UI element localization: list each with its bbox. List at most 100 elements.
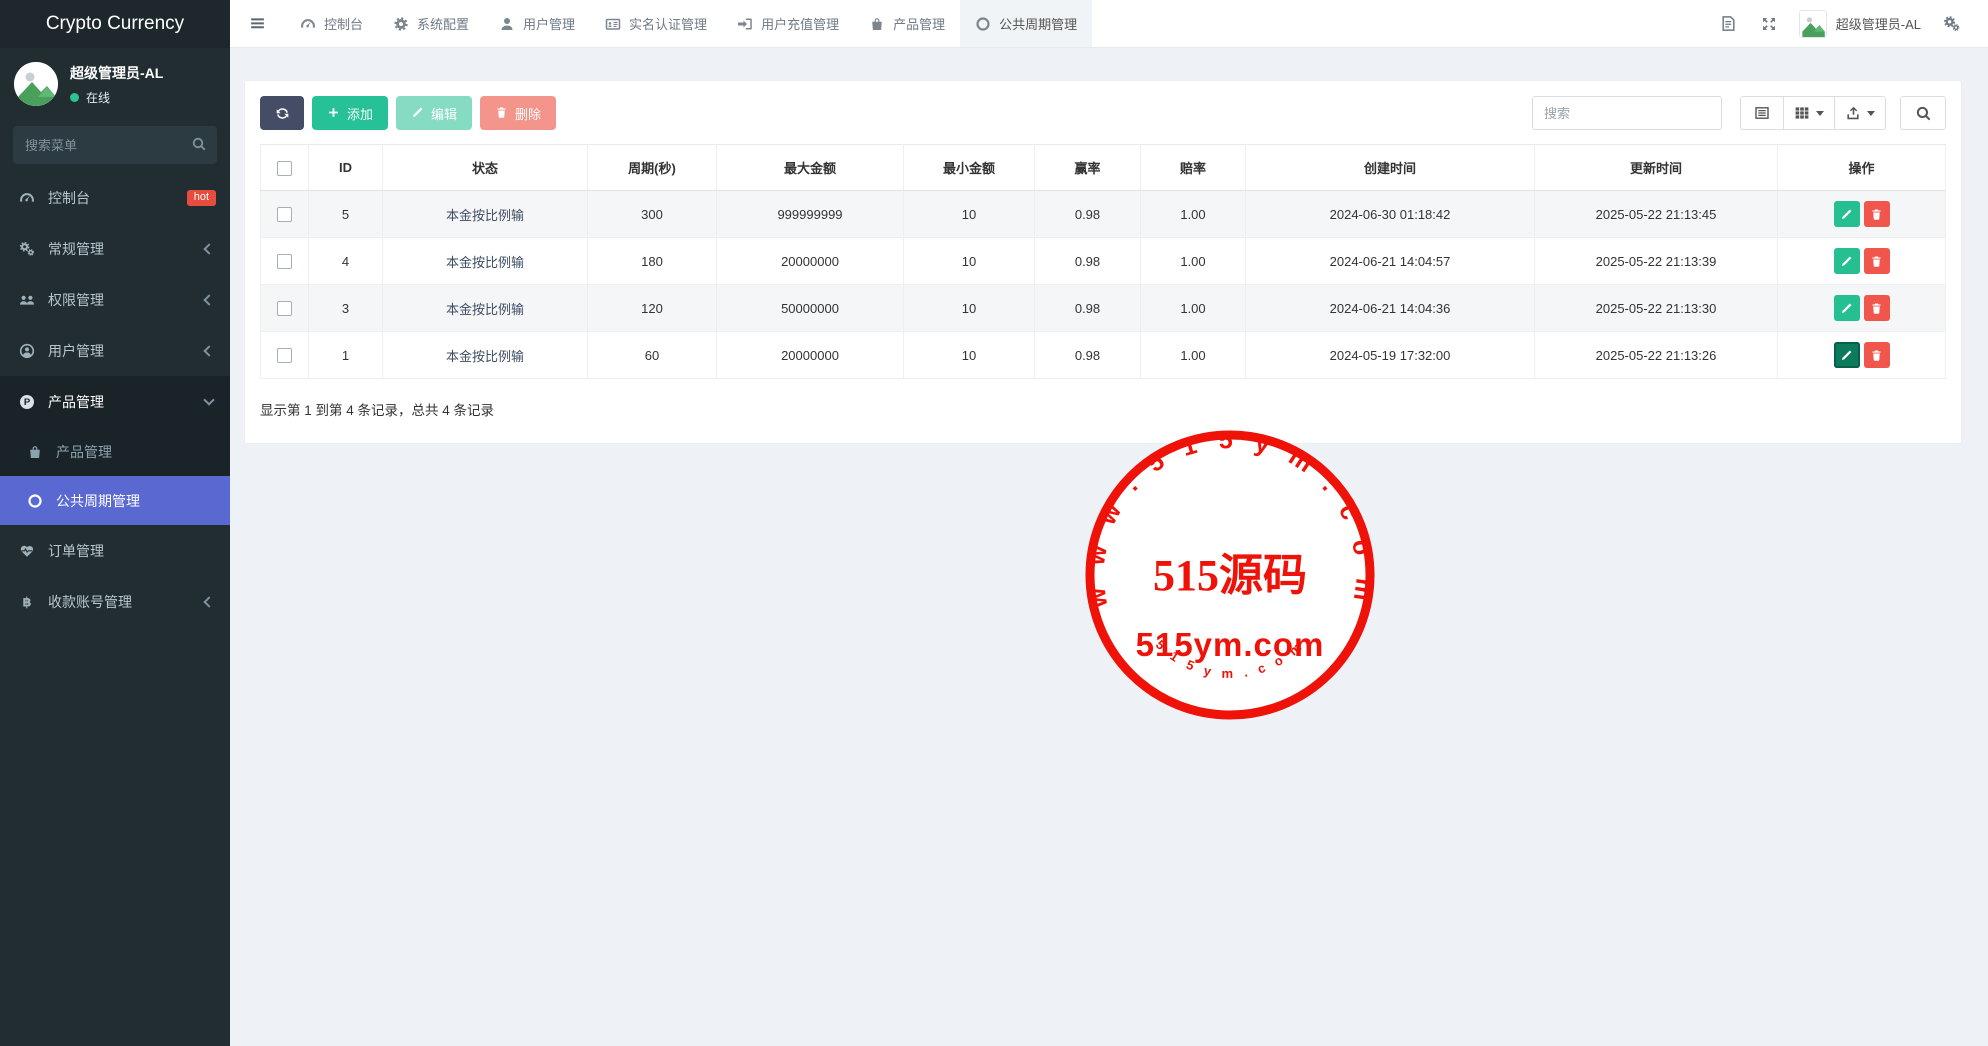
user-status: 在线 xyxy=(70,89,163,106)
svg-text:w w w . 5 1 5 y m . c o m: w w w . 5 1 5 y m . c o m xyxy=(1082,426,1379,610)
user-icon xyxy=(499,16,516,32)
table-header-row: ID 状态 周期(秒) 最大金额 最小金额 赢率 赔率 创建时间 更新时间 操作 xyxy=(260,144,1946,191)
sidebar-search xyxy=(13,126,217,164)
sidebar-item-label: 控制台 xyxy=(48,189,90,206)
avatar[interactable] xyxy=(14,62,58,106)
watermark-domain-text: 515ym.com xyxy=(1136,626,1325,663)
row-checkbox[interactable] xyxy=(277,254,292,270)
cell-id: 4 xyxy=(308,237,383,285)
sidebar-item-5[interactable]: 订单管理 xyxy=(0,525,230,576)
column-header-4: 最小金额 xyxy=(903,144,1035,191)
online-dot-icon xyxy=(70,92,79,102)
cell-odds: 1.00 xyxy=(1140,284,1246,332)
admin-app: Crypto Currency 超级管理员-AL 在线 控制台 hot 常规管理权限… xyxy=(0,0,1988,1046)
sidebar-subitem-1[interactable]: 公共周期管理 xyxy=(0,476,230,525)
circle-o-icon xyxy=(975,16,992,32)
row-checkbox[interactable] xyxy=(277,301,292,317)
row-edit-button[interactable] xyxy=(1833,342,1860,368)
trash-icon xyxy=(1870,349,1883,362)
detail-view-button[interactable] xyxy=(1740,96,1784,130)
table-row: 5 本金按比例输 300 999999999 10 0.98 1.00 2024-06-30 … xyxy=(260,190,1946,238)
tab-2[interactable]: 用户管理 xyxy=(484,0,590,47)
caret-down-icon xyxy=(1867,110,1875,116)
cell-min: 10 xyxy=(903,237,1035,285)
row-delete-button[interactable] xyxy=(1863,342,1890,368)
row-edit-button[interactable] xyxy=(1833,201,1860,227)
svg-text:5 1 5 y m . c o m: 5 1 5 y m . c o m xyxy=(1153,637,1307,681)
cell-winrate: 0.98 xyxy=(1034,237,1141,285)
tab-5[interactable]: 产品管理 xyxy=(854,0,960,47)
table-row: 1 本金按比例输 60 20000000 10 0.98 1.00 2024-05-19 17… xyxy=(260,331,1946,379)
circle-o-icon xyxy=(27,493,45,509)
search-submit-button[interactable] xyxy=(1900,96,1946,130)
column-header-7: 创建时间 xyxy=(1245,144,1535,191)
hamburger-icon[interactable] xyxy=(230,0,285,47)
table-search-input[interactable] xyxy=(1532,96,1722,130)
topnav: 控制台 系统配置 用户管理 实名认证管理 用户充值管理 产品管理 公共周期管理 超级管理员-… xyxy=(230,0,1988,48)
cell-actions xyxy=(1777,190,1946,238)
row-checkbox[interactable] xyxy=(277,348,292,364)
tab-1[interactable]: 系统配置 xyxy=(378,0,484,47)
chevron-left-icon xyxy=(203,344,215,357)
user-circle-icon xyxy=(19,343,37,359)
row-delete-button[interactable] xyxy=(1863,248,1890,274)
delete-button[interactable]: 删除 xyxy=(480,96,557,130)
chevron-down-icon xyxy=(203,394,215,406)
tab-label: 公共周期管理 xyxy=(999,17,1078,32)
bag-icon xyxy=(869,16,886,32)
tab-6[interactable]: 公共周期管理 xyxy=(960,0,1093,47)
add-button[interactable]: 添加 xyxy=(312,96,389,130)
cell-status: 本金按比例输 xyxy=(382,284,588,332)
tab-label: 系统配置 xyxy=(417,17,470,32)
sidebar-search-input[interactable] xyxy=(13,126,217,164)
row-select-cell xyxy=(260,331,309,379)
file-icon[interactable] xyxy=(1708,15,1749,32)
heartbeat-icon xyxy=(19,543,37,559)
tachometer-icon xyxy=(300,16,317,32)
row-edit-button[interactable] xyxy=(1833,248,1860,274)
row-delete-button[interactable] xyxy=(1863,295,1890,321)
columns-button[interactable] xyxy=(1784,96,1835,130)
cell-winrate: 0.98 xyxy=(1034,190,1141,238)
refresh-button[interactable] xyxy=(260,96,304,130)
fullscreen-icon[interactable] xyxy=(1749,16,1789,32)
sidebar-item-3[interactable]: 用户管理 xyxy=(0,325,230,376)
tab-3[interactable]: 实名认证管理 xyxy=(590,0,722,47)
cell-winrate: 0.98 xyxy=(1034,284,1141,332)
cell-period: 300 xyxy=(587,190,717,238)
sign-in-icon xyxy=(737,16,754,32)
user-info: 超级管理员-AL 在线 xyxy=(70,63,163,106)
sidebar-item-1[interactable]: 常规管理 xyxy=(0,223,230,274)
row-edit-button[interactable] xyxy=(1833,295,1860,321)
column-header-2: 周期(秒) xyxy=(587,144,717,191)
gears-icon[interactable] xyxy=(1931,15,1972,32)
row-checkbox[interactable] xyxy=(277,207,292,223)
cell-actions xyxy=(1777,237,1946,285)
cell-period: 180 xyxy=(587,237,717,285)
edit-button[interactable]: 编辑 xyxy=(396,96,473,130)
cell-min: 10 xyxy=(903,284,1035,332)
sidebar-item-0[interactable]: 控制台 hot xyxy=(0,172,230,223)
tab-4[interactable]: 用户充值管理 xyxy=(722,0,854,47)
p-circle-icon: P xyxy=(19,394,37,410)
sidebar-subitem-label: 产品管理 xyxy=(56,443,112,460)
tab-label: 产品管理 xyxy=(893,17,946,32)
cell-updated: 2025-05-22 21:13:39 xyxy=(1534,237,1778,285)
cell-min: 10 xyxy=(903,331,1035,379)
sidebar-item-label: 产品管理 xyxy=(48,393,104,410)
sidebar-subitem-label: 公共周期管理 xyxy=(56,492,140,509)
sidebar-subitem-0[interactable]: 产品管理 xyxy=(0,427,230,476)
sidebar-item-2[interactable]: 权限管理 xyxy=(0,274,230,325)
sidebar-item-6[interactable]: ฿ 收款账号管理 xyxy=(0,576,230,627)
export-button[interactable] xyxy=(1835,96,1886,130)
row-delete-button[interactable] xyxy=(1863,201,1890,227)
cell-max: 20000000 xyxy=(716,237,904,285)
select-all-checkbox[interactable] xyxy=(277,160,292,176)
user-panel: 超级管理员-AL 在线 xyxy=(0,48,230,118)
sidebar-item-label: 用户管理 xyxy=(48,342,104,359)
tab-0[interactable]: 控制台 xyxy=(285,0,378,47)
topnav-user-dropdown[interactable]: 超级管理员-AL xyxy=(1798,9,1921,38)
sidebar-item-4[interactable]: P 产品管理 xyxy=(0,376,230,427)
column-header-8: 更新时间 xyxy=(1534,144,1778,191)
column-header-1: 状态 xyxy=(382,144,588,191)
